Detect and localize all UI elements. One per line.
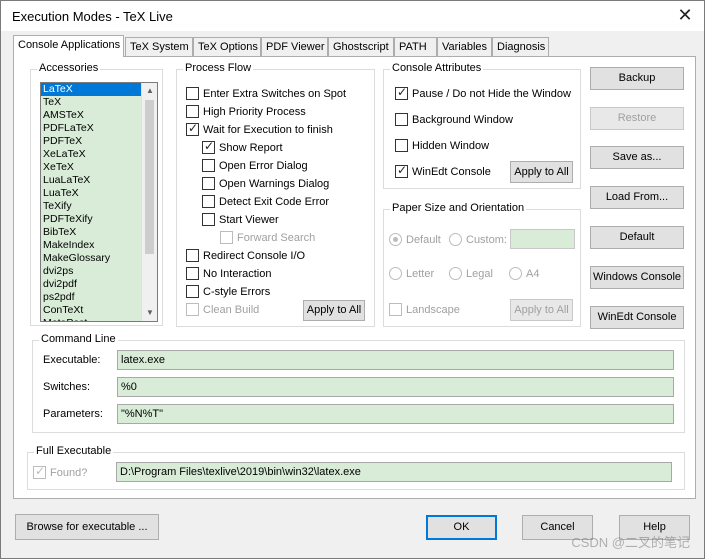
paper-apply-button[interactable]: Apply to All bbox=[510, 299, 573, 321]
parameters-field[interactable]: "%N%T" bbox=[117, 404, 674, 424]
list-item[interactable]: BibTeX bbox=[41, 226, 157, 239]
accessories-scrollbar[interactable]: ▲ ▼ bbox=[141, 83, 157, 321]
execution-modes-dialog: Execution Modes - TeX Live ✕ Console App… bbox=[0, 0, 705, 559]
accessories-title: Accessories bbox=[37, 62, 101, 74]
list-item[interactable]: XeLaTeX bbox=[41, 148, 157, 161]
list-item[interactable]: MetaPost bbox=[41, 317, 157, 321]
console-attributes-group: Console Attributes ✓ Pause / Do not Hide … bbox=[383, 62, 581, 189]
accessories-group: Accessories LaTeX TeX AMSTeX PDFLaTeX PDFTeX… bbox=[30, 62, 163, 326]
executable-label: Executable: bbox=[43, 354, 101, 366]
tab-ghostscript[interactable]: Ghostscript bbox=[328, 37, 394, 56]
backup-button[interactable]: Backup bbox=[590, 67, 684, 90]
watermark: CSDN @二叉的笔记 bbox=[571, 535, 690, 550]
list-item[interactable]: dvi2ps bbox=[41, 265, 157, 278]
window-title: Execution Modes - TeX Live bbox=[12, 9, 173, 24]
executable-field[interactable]: latex.exe bbox=[117, 350, 674, 370]
default-button[interactable]: Default bbox=[590, 226, 684, 249]
list-item[interactable]: PDFTeX bbox=[41, 135, 157, 148]
save-as-button[interactable]: Save as... bbox=[590, 146, 684, 169]
check-icon: ✓ bbox=[397, 163, 408, 177]
full-executable-field: D:\Program Files\texlive\2019\bin\win32\… bbox=[116, 462, 672, 482]
switches-field[interactable]: %0 bbox=[117, 377, 674, 397]
tab-path[interactable]: PATH bbox=[394, 37, 437, 56]
title-bar: Execution Modes - TeX Live ✕ bbox=[1, 1, 704, 31]
check-icon: ✓ bbox=[397, 85, 408, 99]
list-item[interactable]: LuaTeX bbox=[41, 187, 157, 200]
check-icon: ✓ bbox=[188, 121, 199, 135]
paper-size-group: Paper Size and Orientation Default Custo… bbox=[383, 202, 581, 327]
browse-executable-button[interactable]: Browse for executable ... bbox=[15, 514, 159, 540]
command-line-title: Command Line bbox=[39, 333, 118, 345]
scroll-down-icon[interactable]: ▼ bbox=[142, 305, 157, 321]
winedt-console-button[interactable]: WinEdt Console bbox=[590, 306, 684, 329]
scroll-up-icon[interactable]: ▲ bbox=[142, 83, 157, 99]
scroll-thumb[interactable] bbox=[145, 100, 154, 254]
command-line-group: Command Line Executable: latex.exe Switc… bbox=[32, 333, 685, 433]
parameters-label: Parameters: bbox=[43, 408, 103, 420]
tab-variables[interactable]: Variables bbox=[437, 37, 492, 56]
accessories-list[interactable]: LaTeX TeX AMSTeX PDFLaTeX PDFTeX XeLaTeX XeTeX… bbox=[40, 82, 158, 322]
console-attributes-title: Console Attributes bbox=[390, 62, 484, 74]
list-item[interactable]: MakeGlossary bbox=[41, 252, 157, 265]
tab-console-applications[interactable]: Console Applications bbox=[13, 35, 124, 57]
list-item[interactable]: XeTeX bbox=[41, 161, 157, 174]
list-item[interactable]: LuaLaTeX bbox=[41, 174, 157, 187]
restore-button[interactable]: Restore bbox=[590, 107, 684, 130]
windows-console-button[interactable]: Windows Console bbox=[590, 266, 684, 289]
full-executable-title: Full Executable bbox=[34, 445, 114, 457]
paper-size-title: Paper Size and Orientation bbox=[390, 202, 527, 214]
check-icon: ✓ bbox=[204, 139, 215, 153]
list-item[interactable]: ConTeXt bbox=[41, 304, 157, 317]
list-item[interactable]: ps2pdf bbox=[41, 291, 157, 304]
check-icon: ✓ bbox=[35, 464, 46, 478]
list-item[interactable]: TeXify bbox=[41, 200, 157, 213]
full-executable-group: Full Executable ✓ Found? D:\Program Files… bbox=[27, 445, 685, 490]
process-flow-apply-button[interactable]: Apply to All bbox=[303, 300, 365, 321]
list-item[interactable]: LaTeX bbox=[41, 83, 157, 96]
list-item[interactable]: dvi2pdf bbox=[41, 278, 157, 291]
list-item[interactable]: AMSTeX bbox=[41, 109, 157, 122]
paper-custom-field[interactable] bbox=[510, 229, 575, 249]
list-item[interactable]: PDFLaTeX bbox=[41, 122, 157, 135]
switches-label: Switches: bbox=[43, 381, 91, 393]
process-flow-group: Process Flow Enter Extra Switches on Spo… bbox=[176, 62, 375, 327]
load-from-button[interactable]: Load From... bbox=[590, 186, 684, 209]
close-icon[interactable]: ✕ bbox=[674, 4, 696, 26]
list-item[interactable]: TeX bbox=[41, 96, 157, 109]
tab-diagnosis[interactable]: Diagnosis bbox=[492, 37, 549, 56]
list-item[interactable]: PDFTeXify bbox=[41, 213, 157, 226]
tab-tex-options[interactable]: TeX Options bbox=[193, 37, 261, 56]
list-item[interactable]: MakeIndex bbox=[41, 239, 157, 252]
tab-pdf-viewer[interactable]: PDF Viewer bbox=[261, 37, 328, 56]
process-flow-title: Process Flow bbox=[183, 62, 254, 74]
console-attributes-apply-button[interactable]: Apply to All bbox=[510, 161, 573, 183]
tab-tex-system[interactable]: TeX System bbox=[125, 37, 193, 56]
tab-pane-console-applications: Accessories LaTeX TeX AMSTeX PDFLaTeX PDFTeX… bbox=[13, 56, 696, 499]
ok-button[interactable]: OK bbox=[426, 515, 497, 540]
